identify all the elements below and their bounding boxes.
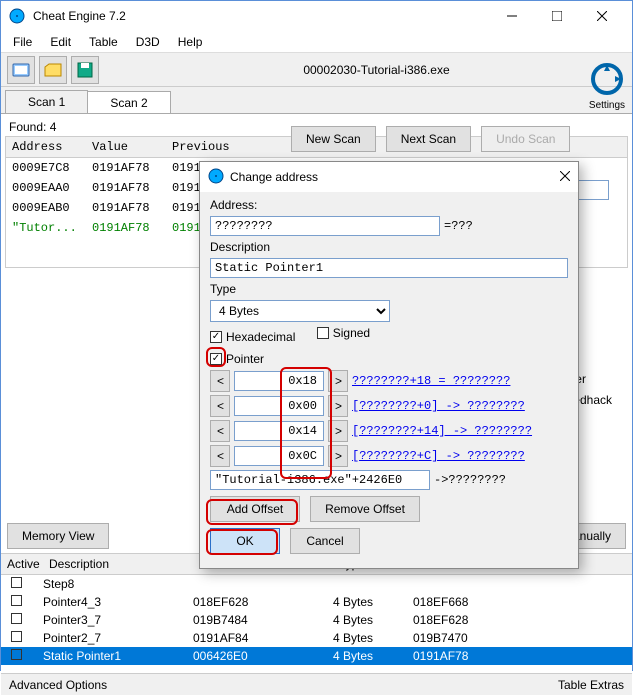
- header-value[interactable]: Value: [86, 137, 166, 157]
- offset-increment[interactable]: >: [328, 370, 348, 392]
- add-offset-button[interactable]: Add Offset: [210, 496, 300, 522]
- menu-d3d[interactable]: D3D: [128, 33, 168, 51]
- header-previous[interactable]: Previous: [166, 137, 246, 157]
- offset-input[interactable]: [234, 396, 324, 416]
- change-address-dialog: Change address Address: =??? Description…: [199, 161, 579, 569]
- titlebar: Cheat Engine 7.2: [1, 1, 632, 31]
- open-file-button[interactable]: [39, 56, 67, 84]
- table-row[interactable]: Pointer3_7019B74844 Bytes018EF628: [1, 611, 632, 629]
- table-extras[interactable]: Table Extras: [558, 678, 624, 692]
- menu-file[interactable]: File: [5, 33, 40, 51]
- new-scan-button[interactable]: New Scan: [291, 126, 376, 152]
- address-label: Address:: [210, 198, 257, 212]
- statusbar: Advanced Options Table Extras: [1, 673, 632, 695]
- offset-decrement[interactable]: <: [210, 370, 230, 392]
- offset-row: < > [????????+C] -> ????????: [210, 445, 568, 467]
- pointer-base-input[interactable]: [210, 470, 430, 490]
- description-input[interactable]: [210, 258, 568, 278]
- description-label: Description: [210, 240, 270, 254]
- table-row[interactable]: Pointer2_70191AF844 Bytes019B7470: [1, 629, 632, 647]
- menu-help[interactable]: Help: [170, 33, 211, 51]
- offset-increment[interactable]: >: [328, 445, 348, 467]
- pointer-checkbox[interactable]: ✓Pointer: [210, 352, 264, 366]
- dialog-close-button[interactable]: [560, 170, 570, 184]
- advanced-options[interactable]: Advanced Options: [9, 678, 107, 692]
- offset-row: < > ????????+18 = ????????: [210, 370, 568, 392]
- offset-input[interactable]: [234, 446, 324, 466]
- save-button[interactable]: [71, 56, 99, 84]
- offset-resolved-link[interactable]: [????????+C] -> ????????: [352, 449, 525, 463]
- settings-label: Settings: [588, 100, 626, 111]
- pointer-base-resolved: ->????????: [434, 473, 506, 487]
- window-title: Cheat Engine 7.2: [33, 9, 489, 23]
- offset-decrement[interactable]: <: [210, 395, 230, 417]
- dialog-icon: [208, 168, 224, 187]
- type-label: Type: [210, 282, 236, 296]
- app-icon: [9, 8, 25, 24]
- next-scan-button[interactable]: Next Scan: [386, 126, 471, 152]
- offset-decrement[interactable]: <: [210, 445, 230, 467]
- remove-offset-button[interactable]: Remove Offset: [310, 496, 420, 522]
- signed-checkbox[interactable]: Signed: [317, 326, 370, 340]
- tab-scan2[interactable]: Scan 2: [87, 91, 170, 114]
- col-active[interactable]: Active: [1, 554, 43, 574]
- settings-button[interactable]: Settings: [588, 61, 626, 111]
- address-input[interactable]: [210, 216, 440, 236]
- menu-edit[interactable]: Edit: [42, 33, 79, 51]
- hexadecimal-checkbox[interactable]: ✓Hexadecimal: [210, 330, 295, 344]
- offset-resolved-link[interactable]: [????????+0] -> ????????: [352, 399, 525, 413]
- tab-scan1[interactable]: Scan 1: [5, 90, 88, 113]
- close-button[interactable]: [579, 1, 624, 31]
- col-description[interactable]: Description: [43, 554, 193, 574]
- header-address[interactable]: Address: [6, 137, 86, 157]
- maximize-button[interactable]: [534, 1, 579, 31]
- offset-row: < > [????????+0] -> ????????: [210, 395, 568, 417]
- table-row[interactable]: Pointer4_3018EF6284 Bytes018EF668: [1, 593, 632, 611]
- cheat-table: Active Description Address Type Value St…: [1, 553, 632, 673]
- memory-view-button[interactable]: Memory View: [7, 523, 109, 549]
- type-select[interactable]: 4 Bytes: [210, 300, 390, 322]
- offset-input[interactable]: [234, 421, 324, 441]
- offset-resolved-link[interactable]: [????????+14] -> ????????: [352, 424, 532, 438]
- offset-input[interactable]: [234, 371, 324, 391]
- scan-tabs: Scan 1 Scan 2: [1, 87, 632, 113]
- toolbar: 00002030-Tutorial-i386.exe: [1, 53, 632, 87]
- dialog-title: Change address: [230, 170, 560, 184]
- open-process-button[interactable]: [7, 56, 35, 84]
- offset-row: < > [????????+14] -> ????????: [210, 420, 568, 442]
- offset-increment[interactable]: >: [328, 420, 348, 442]
- offset-increment[interactable]: >: [328, 395, 348, 417]
- table-row[interactable]: Step8: [1, 575, 632, 593]
- address-resolved: =???: [444, 219, 473, 233]
- offset-resolved-link[interactable]: ????????+18 = ????????: [352, 374, 510, 388]
- ok-button[interactable]: OK: [210, 528, 280, 554]
- table-row[interactable]: Static Pointer1006426E04 Bytes0191AF78: [1, 647, 632, 665]
- menu-table[interactable]: Table: [81, 33, 126, 51]
- offset-decrement[interactable]: <: [210, 420, 230, 442]
- menubar: File Edit Table D3D Help: [1, 31, 632, 53]
- minimize-button[interactable]: [489, 1, 534, 31]
- process-name[interactable]: 00002030-Tutorial-i386.exe: [127, 63, 626, 77]
- undo-scan-button: Undo Scan: [481, 126, 570, 152]
- main-window: Cheat Engine 7.2 File Edit Table D3D Hel…: [0, 0, 633, 671]
- cancel-button[interactable]: Cancel: [290, 528, 360, 554]
